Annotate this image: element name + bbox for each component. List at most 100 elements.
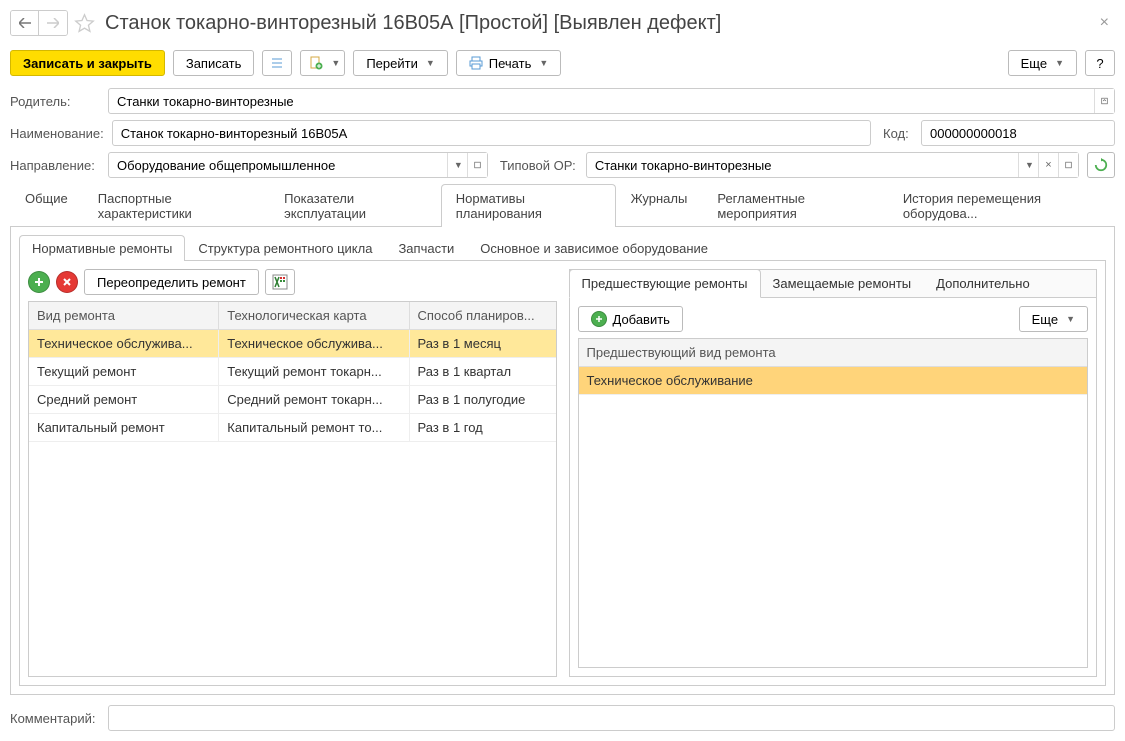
dropdown-button[interactable]: ▼ [447, 153, 467, 177]
tab-general[interactable]: Общие [10, 184, 83, 227]
chevron-down-icon: ▼ [454, 160, 463, 170]
plus-icon [591, 311, 607, 327]
more-label: Еще [1032, 312, 1058, 327]
direction-input[interactable] [109, 158, 447, 173]
x-icon [62, 277, 72, 287]
rtab-preceding-repairs[interactable]: Предшествующие ремонты [569, 269, 761, 298]
nav-forward-button[interactable] [39, 11, 67, 35]
tab-planning-norms[interactable]: Нормативы планирования [441, 184, 616, 227]
rtab-replaced-repairs[interactable]: Замещаемые ремонты [760, 269, 925, 298]
col-planning-mode[interactable]: Способ планиров... [410, 302, 556, 329]
export-excel-button[interactable] [265, 269, 295, 295]
repairs-table: Вид ремонта Технологическая карта Способ… [28, 301, 557, 677]
goto-button[interactable]: Перейти ▼ [353, 50, 447, 76]
name-field[interactable] [112, 120, 871, 146]
dropdown-button[interactable]: ▼ [1018, 153, 1038, 177]
add-row-button[interactable] [28, 271, 50, 293]
save-and-close-button[interactable]: Записать и закрыть [10, 50, 165, 76]
arrow-right-icon [47, 18, 59, 28]
plus-icon [34, 277, 44, 287]
comment-label: Комментарий: [10, 711, 100, 726]
typeop-label: Типовой ОР: [500, 158, 578, 173]
more-button[interactable]: Еще ▼ [1008, 50, 1077, 76]
file-add-icon [309, 56, 323, 70]
cell: Техническое обслужива... [29, 330, 219, 357]
cell: Раз в 1 месяц [410, 330, 556, 357]
comment-input[interactable] [109, 711, 1114, 726]
chevron-down-icon: ▼ [331, 58, 340, 68]
name-input[interactable] [113, 126, 870, 141]
right-more-button[interactable]: Еще ▼ [1019, 306, 1088, 332]
add-preceding-button[interactable]: Добавить [578, 306, 683, 332]
redefine-repair-button[interactable]: Переопределить ремонт [84, 269, 259, 295]
table-row[interactable]: Средний ремонт Средний ремонт токарн... … [29, 386, 556, 414]
col-repair-type[interactable]: Вид ремонта [29, 302, 219, 329]
cell: Капитальный ремонт то... [219, 414, 409, 441]
chevron-down-icon: ▼ [1025, 160, 1034, 170]
parent-field[interactable] [108, 88, 1115, 114]
delete-row-button[interactable] [56, 271, 78, 293]
print-button[interactable]: Печать ▼ [456, 50, 562, 76]
col-tech-card[interactable]: Технологическая карта [219, 302, 409, 329]
tab-movement-history[interactable]: История перемещения оборудова... [888, 184, 1115, 227]
open-icon [474, 160, 481, 170]
subtab-normative-repairs[interactable]: Нормативные ремонты [19, 235, 185, 261]
tab-passport[interactable]: Паспортные характеристики [83, 184, 269, 227]
open-icon [1065, 160, 1072, 170]
comment-field[interactable] [108, 705, 1115, 731]
list-view-button[interactable] [262, 50, 292, 76]
open-dialog-button[interactable] [1094, 89, 1114, 113]
rtab-additional[interactable]: Дополнительно [923, 269, 1043, 298]
cell: Раз в 1 квартал [410, 358, 556, 385]
right-tabbar: Предшествующие ремонты Замещаемые ремонт… [570, 270, 1097, 298]
main-tabbar: Общие Паспортные характеристики Показате… [10, 184, 1115, 227]
cell: Техническое обслужива... [219, 330, 409, 357]
favorite-star-icon[interactable] [74, 13, 95, 34]
printer-icon [469, 56, 483, 70]
tab-journals[interactable]: Журналы [616, 184, 703, 227]
direction-field[interactable]: ▼ [108, 152, 488, 178]
table-row[interactable]: Текущий ремонт Текущий ремонт токарн... … [29, 358, 556, 386]
typeop-field[interactable]: ▼ × [586, 152, 1079, 178]
sub-tabbar: Нормативные ремонты Структура ремонтного… [19, 235, 1106, 261]
open-dialog-button[interactable] [467, 153, 487, 177]
cell: Средний ремонт [29, 386, 219, 413]
refresh-button[interactable] [1087, 152, 1115, 178]
chevron-down-icon: ▼ [426, 58, 435, 68]
open-dialog-button[interactable] [1058, 153, 1078, 177]
page-title: Станок токарно-винторезный 16В05А [Прост… [105, 12, 1088, 35]
chevron-down-icon: ▼ [539, 58, 548, 68]
nav-back-button[interactable] [11, 11, 39, 35]
tab-regulatory[interactable]: Регламентные мероприятия [702, 184, 887, 227]
cell: Средний ремонт токарн... [219, 386, 409, 413]
cell: Раз в 1 полугодие [410, 386, 556, 413]
clear-button[interactable]: × [1038, 153, 1058, 177]
tab-indicators[interactable]: Показатели эксплуатации [269, 184, 441, 227]
table-row[interactable]: Техническое обслужива... Техническое обс… [29, 330, 556, 358]
subtab-dependent-equipment[interactable]: Основное и зависимое оборудование [467, 235, 721, 261]
preceding-table: Предшествующий вид ремонта Техническое о… [578, 338, 1089, 668]
code-field[interactable] [921, 120, 1115, 146]
chevron-down-icon: ▼ [1066, 314, 1075, 324]
col-preceding-type[interactable]: Предшествующий вид ремонта [579, 339, 1088, 366]
table-row[interactable]: Капитальный ремонт Капитальный ремонт то… [29, 414, 556, 442]
save-button[interactable]: Записать [173, 50, 255, 76]
parent-input[interactable] [109, 94, 1094, 109]
name-label: Наименование: [10, 126, 104, 141]
close-button[interactable]: × [1094, 14, 1115, 32]
add-label: Добавить [613, 312, 670, 327]
chevron-down-icon: ▼ [1055, 58, 1064, 68]
subtab-spare-parts[interactable]: Запчасти [385, 235, 467, 261]
parent-label: Родитель: [10, 94, 100, 109]
help-button[interactable]: ? [1085, 50, 1115, 76]
list-icon [270, 56, 284, 70]
table-row[interactable]: Техническое обслуживание [579, 367, 1088, 395]
cell: Текущий ремонт токарн... [219, 358, 409, 385]
typeop-input[interactable] [587, 158, 1018, 173]
cell: Раз в 1 год [410, 414, 556, 441]
subtab-repair-cycle[interactable]: Структура ремонтного цикла [185, 235, 385, 261]
attach-button[interactable]: ▼ [300, 50, 345, 76]
code-input[interactable] [922, 126, 1114, 141]
open-icon [1101, 96, 1108, 106]
print-label: Печать [489, 56, 532, 71]
